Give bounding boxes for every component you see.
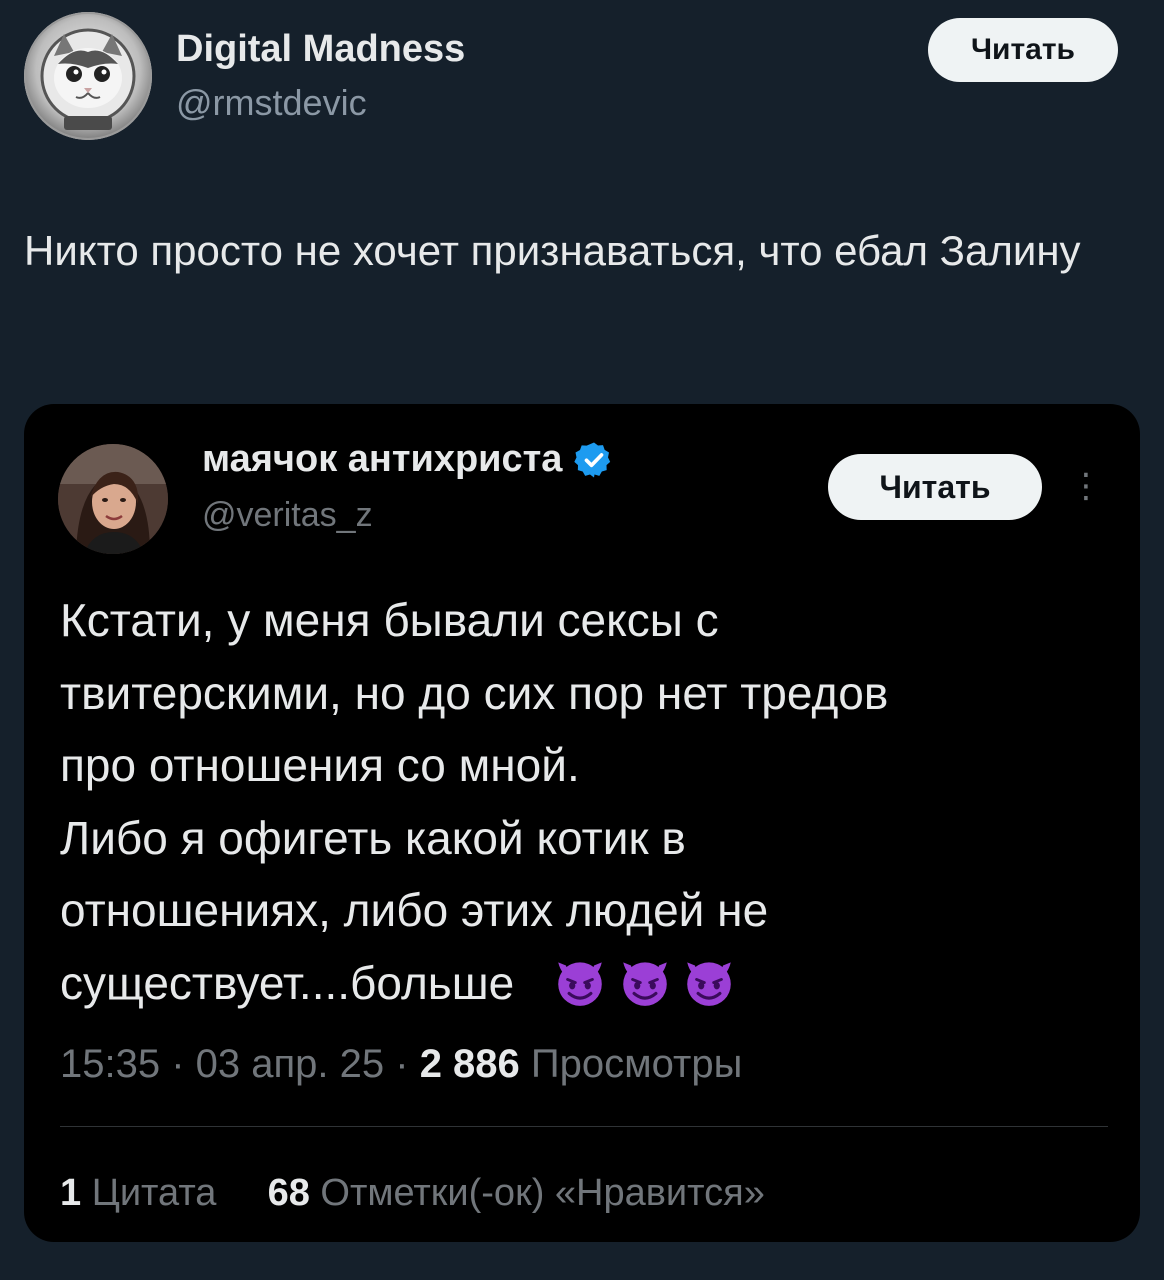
- smiling-devil-icon: [622, 961, 667, 1006]
- quoted-text-line: отношениях, либо этих людей не: [60, 884, 769, 936]
- quoted-tweet-stats: 1 Цитата 68 Отметки(-ок) «Нравится»: [60, 1172, 765, 1215]
- cat-astronaut-avatar-icon: [24, 12, 152, 140]
- quoted-author-avatar[interactable]: [58, 444, 168, 554]
- quoted-author-name[interactable]: маячок антихриста: [202, 438, 614, 481]
- quotes-label: Цитата: [91, 1172, 217, 1214]
- meta-separator: ·: [160, 1042, 196, 1086]
- divider: [60, 1126, 1108, 1127]
- author-handle[interactable]: @rmstdevic: [176, 82, 367, 124]
- quoted-text-line-last: существует....больше: [60, 947, 1120, 1020]
- quoted-author-name-text: маячок антихриста: [202, 438, 563, 480]
- likes-label: Отметки(-ок) «Нравится»: [320, 1172, 765, 1214]
- quoted-text-line: Либо я офигеть какой котик в: [60, 811, 686, 864]
- quotes-count: 1: [60, 1172, 82, 1214]
- quoted-author-handle[interactable]: @veritas_z: [202, 496, 373, 535]
- likes-stat[interactable]: 68 Отметки(-ок) «Нравится»: [268, 1172, 765, 1214]
- author-name[interactable]: Digital Madness: [176, 28, 465, 71]
- quoted-follow-button[interactable]: Читать: [828, 454, 1042, 520]
- likes-count: 68: [267, 1172, 310, 1214]
- quoted-text-line: Кстати, у меня бывали сексы с: [60, 594, 719, 646]
- woman-portrait-avatar-icon: [58, 444, 168, 554]
- author-avatar[interactable]: [24, 12, 152, 140]
- more-options-icon[interactable]: ⋮: [1069, 464, 1103, 508]
- views-count: 2 886: [419, 1042, 520, 1086]
- tweet-time[interactable]: 15:35: [60, 1042, 160, 1086]
- tweet-view: Digital Madness @rmstdevic Читать Никто …: [0, 0, 1164, 1280]
- tweet-date[interactable]: 03 апр. 25: [196, 1042, 384, 1086]
- quoted-text-line: про отношения со мной.: [60, 739, 580, 791]
- quoted-tweet-meta: 15:35 · 03 апр. 25 · 2 886 Просмотры: [60, 1042, 742, 1087]
- smiling-devil-icon: [558, 961, 602, 1006]
- follow-button[interactable]: Читать: [928, 18, 1118, 82]
- tweet-text: Никто просто не хочет признаваться, что …: [24, 227, 1081, 274]
- quoted-tweet-card[interactable]: маячок антихриста @veritas_z Читать ⋮ Кс…: [24, 404, 1140, 1242]
- quotes-stat[interactable]: 1 Цитата: [60, 1172, 227, 1214]
- quoted-tweet-text: Кстати, у меня бывали сексы с твитерским…: [60, 584, 1120, 1019]
- verified-badge-icon: [574, 442, 611, 477]
- views-label: Просмотры: [530, 1042, 743, 1086]
- meta-separator: ·: [384, 1042, 420, 1086]
- quoted-text-line: твитерскими, но до сих пор нет тредов: [60, 666, 889, 719]
- smiling-devil-icon: [687, 961, 732, 1006]
- quoted-text-line: существует....больше: [60, 956, 515, 1009]
